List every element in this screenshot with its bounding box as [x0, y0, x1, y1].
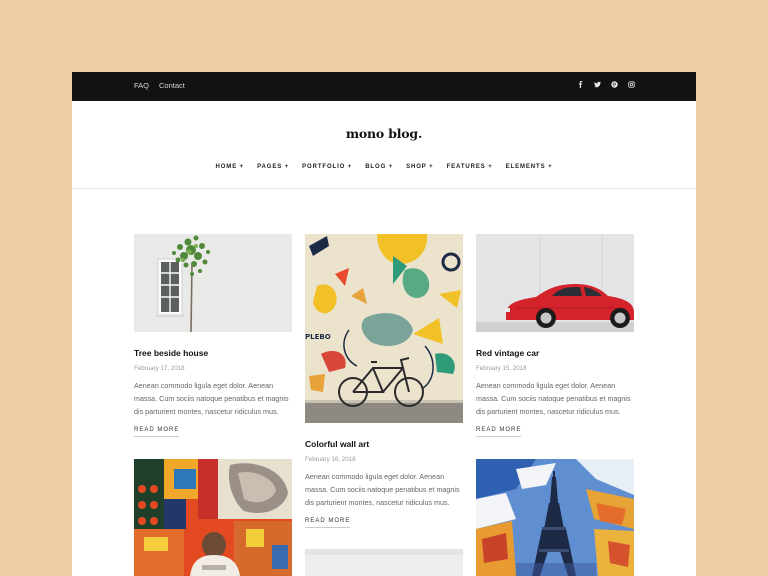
faq-link[interactable]: FAQ: [134, 81, 149, 90]
post-image-eiffel-painting[interactable]: [476, 459, 634, 576]
post-date: February 17, 2018: [134, 365, 185, 372]
post-title[interactable]: Colorful wall art: [305, 439, 463, 449]
social-icons: [577, 81, 635, 89]
post-excerpt: Aenean commodo ligula eget dolor. Aenean…: [476, 381, 631, 416]
post-title[interactable]: Tree beside house: [134, 348, 292, 358]
nav-features[interactable]: FEATURES +: [447, 164, 493, 170]
pinterest-icon[interactable]: [611, 81, 618, 89]
post-image-car[interactable]: [476, 234, 634, 332]
post-card: [305, 549, 463, 576]
svg-text:PLEBO: PLEBO: [305, 333, 331, 341]
post-image-light[interactable]: [305, 549, 463, 576]
post-image-street-art[interactable]: [134, 459, 292, 576]
nav-pages[interactable]: PAGES +: [257, 164, 289, 170]
post-image-tree[interactable]: [134, 234, 292, 332]
post-card: [134, 459, 292, 576]
site-header: mono blog. HOME + PAGES + PORTFOLIO + BL…: [72, 101, 696, 189]
nav-home[interactable]: HOME +: [216, 164, 245, 170]
nav-portfolio[interactable]: PORTFOLIO +: [302, 164, 352, 170]
read-more-link[interactable]: READ MORE: [476, 427, 522, 437]
post-date: February 15, 2018: [476, 365, 527, 372]
contact-link[interactable]: Contact: [159, 81, 185, 90]
main-nav: HOME + PAGES + PORTFOLIO + BLOG + SHOP +…: [72, 164, 696, 170]
post-card: [476, 459, 634, 576]
post-card: Tree beside house February 17, 2018 Aene…: [134, 234, 292, 437]
post-date: February 16, 2018: [305, 456, 356, 463]
twitter-icon[interactable]: [594, 81, 601, 89]
read-more-link[interactable]: READ MORE: [305, 518, 351, 528]
post-image-wall-art[interactable]: PLEBO: [305, 234, 463, 423]
nav-shop[interactable]: SHOP +: [406, 164, 433, 170]
post-excerpt: Aenean commodo ligula eget dolor. Aenean…: [305, 472, 460, 507]
read-more-link[interactable]: READ MORE: [134, 427, 180, 437]
post-excerpt: Aenean commodo ligula eget dolor. Aenean…: [134, 381, 289, 416]
post-card: Red vintage car February 15, 2018 Aenean…: [476, 234, 634, 437]
facebook-icon[interactable]: [577, 81, 584, 89]
page-frame: FAQ Contact mono blog. HOME + PAGES + PO…: [72, 72, 696, 576]
post-card: PLEBO Colorful wall art February 16, 201…: [305, 234, 463, 528]
nav-elements[interactable]: ELEMENTS +: [506, 164, 553, 170]
site-logo[interactable]: mono blog.: [72, 126, 696, 141]
top-links: FAQ Contact: [134, 81, 185, 90]
post-title[interactable]: Red vintage car: [476, 348, 634, 358]
nav-blog[interactable]: BLOG +: [365, 164, 393, 170]
instagram-icon[interactable]: [628, 81, 635, 89]
top-bar: FAQ Contact: [72, 72, 696, 101]
